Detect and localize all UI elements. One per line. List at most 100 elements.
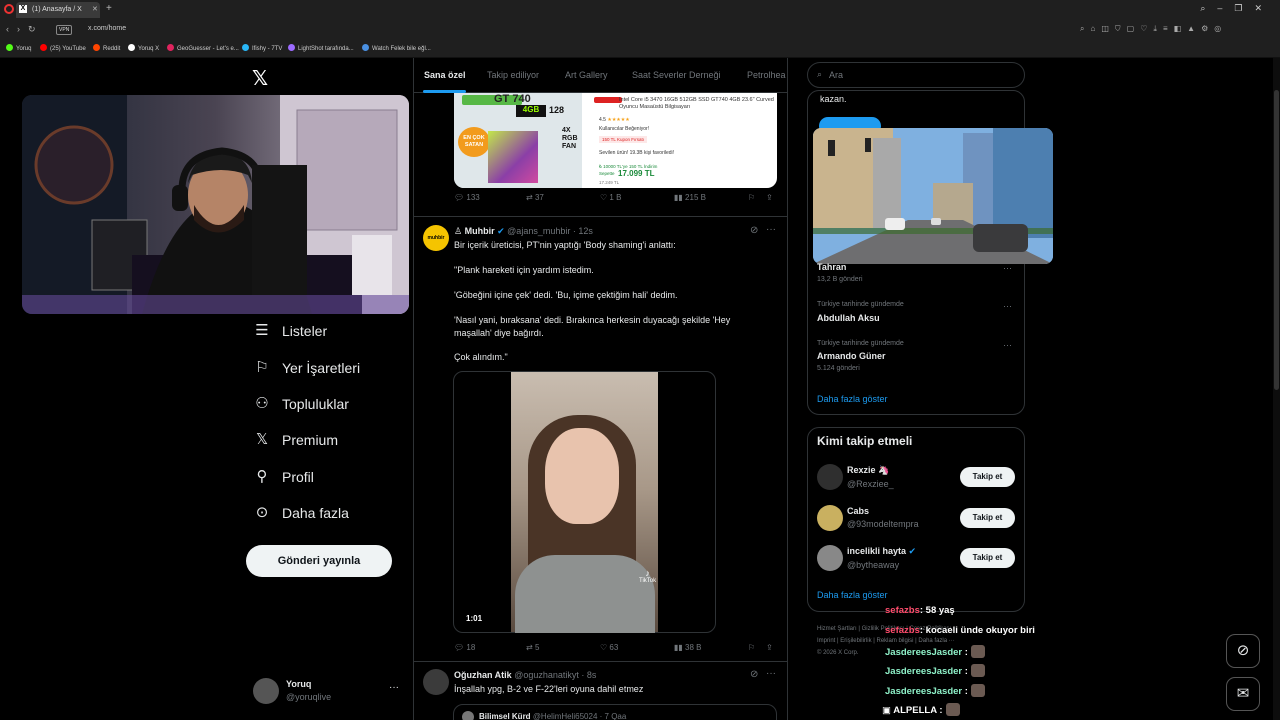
shield-icon[interactable]: ⛉ [1115,24,1127,33]
post1-time[interactable]: · 12s [573,226,593,236]
more-icon[interactable]: ··· [766,668,776,679]
opera-logo-icon[interactable] [4,4,14,14]
x-logo-icon[interactable]: 𝕏 [252,66,268,91]
views-button[interactable]: ▮▮ 38 B [674,643,702,652]
bookmark-item[interactable]: Yoruq [6,44,31,52]
close-tab-icon[interactable]: ✕ [92,5,98,13]
tab-for-you[interactable]: Sana özel [424,70,466,80]
trend-name[interactable]: Abdullah Aksu [817,313,880,323]
bookmark-item[interactable]: Reddit [93,44,120,52]
bookmark-button[interactable]: ⚐ [748,643,755,652]
bookmark-item[interactable]: GeoGuesser - Let's e... [167,44,239,52]
box-icon[interactable]: ▢ [1127,24,1141,33]
picture-in-picture-video[interactable] [813,128,1053,264]
chat-username[interactable]: sefazbs [885,625,920,636]
maximize-icon[interactable]: ❐ [1234,3,1254,13]
settings-icon[interactable]: ⚙ [1201,24,1214,33]
sidebar-item-bookmark[interactable]: ⚐ Yer İşaretleri [254,360,360,377]
bookmark-item[interactable]: Ifishy - 7TV [242,44,282,52]
footer-link[interactable]: Reklam bilgisi [877,638,914,644]
follow-button[interactable]: Takip et [960,508,1015,528]
trends-show-more-link[interactable]: Daha fazla göster [817,394,888,404]
bookmark-item[interactable]: LightShot tarafında... [288,44,354,52]
new-tab-button[interactable]: + [106,3,112,14]
download-icon[interactable]: ⤓ [1153,24,1163,33]
follow-button[interactable]: Takip et [960,467,1015,487]
post2-time[interactable]: · 8s [581,670,596,680]
vpn-badge[interactable]: VPN [56,25,73,35]
account-avatar[interactable] [253,678,279,704]
browser-tab[interactable]: (1) Anasayfa / X [16,2,100,18]
sidebar-item-more-circle[interactable]: ⊙ Daha fazla [254,505,349,522]
chat-username[interactable]: sefazbs [885,605,920,616]
suggestion-name[interactable]: Rexzie 🦄 [847,465,889,476]
minimize-icon[interactable]: – [1217,3,1234,13]
zoom-icon[interactable]: ⌕ [1080,24,1090,33]
post2-name[interactable]: Oğuzhan Atik [454,670,512,680]
repost-button[interactable]: ⇄ 5 [526,643,539,652]
suggestion-avatar[interactable] [817,505,843,531]
tab-art-gallery[interactable]: Art Gallery [565,70,608,80]
tab-saat-severler[interactable]: Saat Severler Derneği [632,70,721,80]
account-name[interactable]: Yoruq [286,679,311,689]
footer-link[interactable]: Hizmet Şartları [817,626,857,632]
suggestion-avatar[interactable] [817,545,843,571]
url-field[interactable]: x.com/home [88,25,126,32]
flame-icon[interactable]: ▲ [1187,24,1201,33]
chat-username[interactable]: JasdereesJasder [885,686,962,697]
sidebar-item-x-premium[interactable]: 𝕏 Premium [254,432,338,449]
like-button[interactable]: ♡ 1 B [600,193,621,202]
extension-icon[interactable]: ◧ [1174,24,1188,33]
suggestion-name[interactable]: Cabs [847,506,869,516]
chat-username[interactable]: ALPELLA [893,705,936,716]
camera-icon[interactable]: ⌂ [1090,24,1101,33]
post2-handle[interactable]: @oguzhanatikyt [514,670,579,680]
suggestion-avatar[interactable] [817,464,843,490]
trend-name[interactable]: Tahran [817,262,846,272]
trend-more-icon[interactable]: ··· [1003,263,1012,273]
reply-button[interactable]: 💬︎ 18 [454,643,475,652]
repost-button[interactable]: ⇄ 37 [526,193,544,202]
trend-more-icon[interactable]: ··· [1003,340,1012,350]
bookmark-button[interactable]: ⚐ [748,193,755,202]
heart-icon[interactable]: ♡ [1140,24,1153,33]
tab-following[interactable]: Takip ediliyor [487,70,539,80]
messages-button[interactable]: ✉ [1226,677,1260,711]
search-input[interactable]: Ara [829,70,843,80]
post1-name[interactable]: Muhbir [465,226,495,236]
bookmark-item[interactable]: (25) YouTube [40,44,86,52]
snapshot-icon[interactable]: ◫ [1101,24,1115,33]
sidebar-item-profile[interactable]: ⚲ Profil [254,469,314,486]
forward-icon[interactable]: › [17,24,28,34]
tab-petrolhead[interactable]: Petrolhea [747,70,786,80]
views-button[interactable]: ▮▮ 215 B [674,193,706,202]
footer-link[interactable]: Daha fazla ··· [918,638,954,644]
footer-link[interactable]: Imprint [817,638,835,644]
trend-more-icon[interactable]: ··· [1003,301,1012,311]
who-show-more-link[interactable]: Daha fazla göster [817,590,888,600]
share-button[interactable]: ⇪ [766,643,773,652]
search-tabs-icon[interactable]: ⌕ [1200,3,1217,13]
bookmark-item[interactable]: Watch Felek bile eğl... [362,44,431,52]
grok-icon[interactable]: ⊘ [750,669,758,680]
footer-link[interactable]: Erişilebilirlik [840,638,871,644]
menu-icon[interactable]: ≡ [1163,24,1174,33]
sidebar-item-communities[interactable]: ⚇ Topluluklar [254,396,349,413]
ai-icon[interactable]: ◎ [1214,24,1227,33]
post-button[interactable]: Gönderi yayınla [246,545,392,577]
suggestion-name-row[interactable]: incelikli hayta ✔ [847,546,916,557]
reply-button[interactable]: 💬︎ 133 [454,193,480,202]
scrollbar-thumb[interactable] [1274,90,1279,390]
account-more-icon[interactable]: ··· [389,682,399,693]
more-icon[interactable]: ··· [766,224,776,235]
grok-button[interactable]: ⊘ [1226,634,1260,668]
like-button[interactable]: ♡ 63 [600,643,618,652]
oguzhan-avatar[interactable] [423,669,449,695]
grok-icon[interactable]: ⊘ [750,225,758,236]
close-window-icon[interactable]: ✕ [1254,3,1274,13]
bookmark-item[interactable]: Yoruq X [128,44,159,52]
chat-username[interactable]: JasdereesJasder [885,647,962,658]
muhbir-avatar[interactable]: muhbir [423,225,449,251]
share-button[interactable]: ⇪ [766,193,773,202]
suggestion-name[interactable]: incelikli hayta [847,546,906,556]
